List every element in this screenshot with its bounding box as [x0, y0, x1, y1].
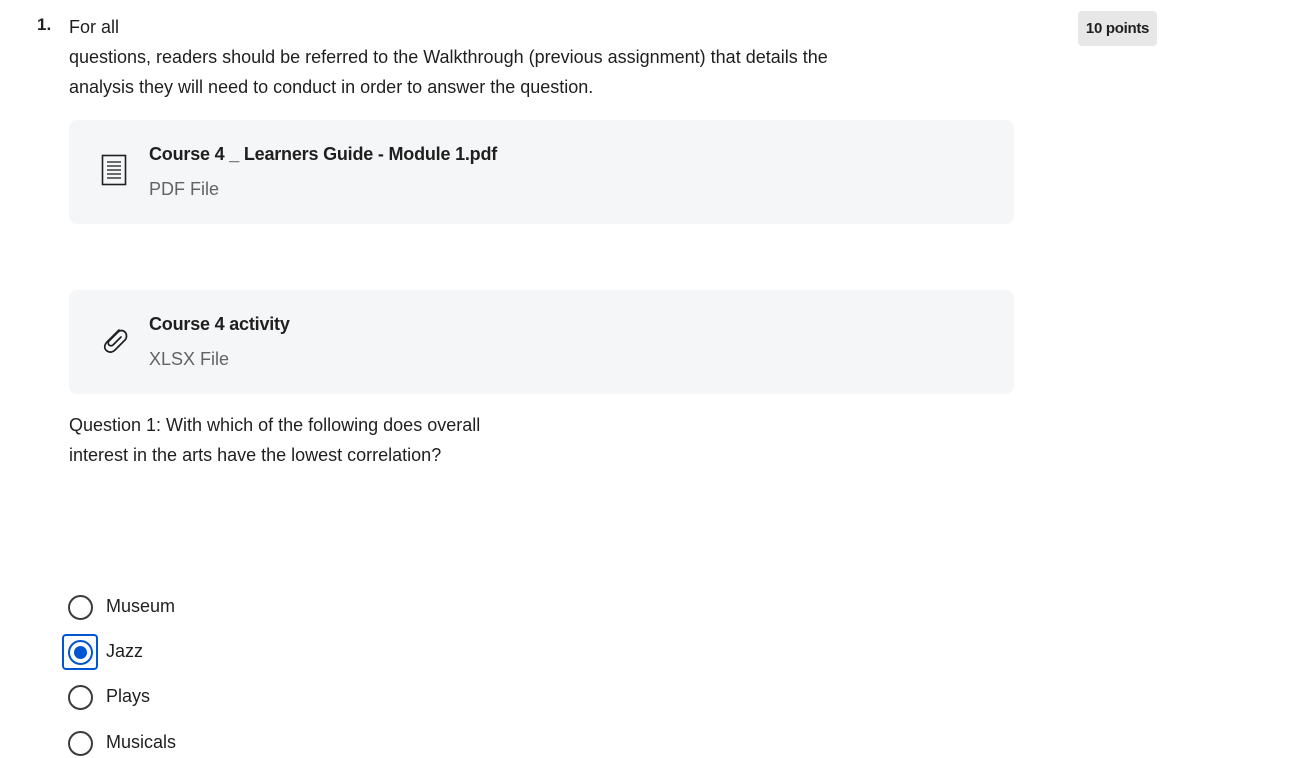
radio-button[interactable]: [62, 679, 98, 715]
radio-circle-icon: [67, 730, 93, 756]
points-badge: 10 points: [1078, 11, 1157, 46]
radio-button[interactable]: [62, 634, 98, 670]
intro-line: questions, readers should be referred to…: [69, 47, 828, 67]
radio-button[interactable]: [62, 589, 98, 625]
intro-line: analysis they will need to conduct in or…: [69, 77, 594, 97]
intro-line: For all: [69, 17, 120, 37]
paperclip-icon: [99, 320, 129, 360]
option-museum[interactable]: Museum: [62, 587, 322, 627]
attachment-type: XLSX File: [149, 349, 230, 369]
option-label[interactable]: Jazz: [106, 641, 143, 662]
attachment-type: PDF File: [149, 179, 220, 199]
prompt-line: interest in the arts have the lowest cor…: [69, 445, 442, 465]
radio-dot: [73, 645, 87, 659]
option-jazz[interactable]: Jazz: [62, 632, 322, 672]
option-label[interactable]: Musicals: [106, 732, 176, 753]
radio-circle-icon: [67, 684, 93, 710]
radio-checked-icon: [67, 639, 93, 665]
option-label[interactable]: Plays: [106, 686, 150, 707]
option-label[interactable]: Museum: [106, 596, 175, 617]
attachment-title[interactable]: Course 4 activity: [149, 314, 290, 335]
quiz-question-page: 1. 10 points For all questions, readers …: [0, 0, 1306, 758]
radio-circle-icon: [67, 594, 93, 620]
radio-button[interactable]: [62, 725, 98, 758]
question-prompt: Question 1: With which of the following …: [69, 410, 529, 470]
attachment-title[interactable]: Course 4 _ Learners Guide - Module 1.pdf: [149, 144, 497, 165]
question-number: 1.: [37, 15, 52, 34]
question-intro: For all questions, readers should be ref…: [69, 12, 889, 102]
document-icon: [99, 150, 129, 190]
attachment-course-activity[interactable]: Course 4 activity XLSX File: [69, 290, 1014, 394]
prompt-line: Question 1: With which of the following …: [69, 415, 481, 435]
option-musicals[interactable]: Musicals: [62, 723, 322, 758]
attachment-learners-guide[interactable]: Course 4 _ Learners Guide - Module 1.pdf…: [69, 120, 1014, 224]
option-plays[interactable]: Plays: [62, 677, 322, 717]
